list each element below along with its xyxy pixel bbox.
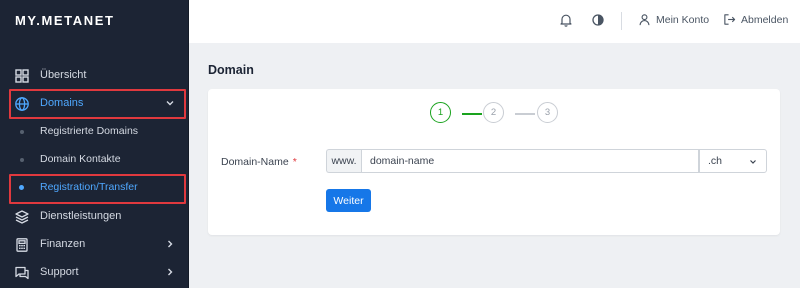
bell-icon[interactable] bbox=[559, 13, 573, 27]
page-title: Domain bbox=[208, 63, 254, 77]
layers-icon bbox=[14, 209, 30, 225]
sidebar-subitem-domain-kontakte[interactable]: Domain Kontakte bbox=[0, 148, 189, 172]
chat-icon bbox=[14, 265, 30, 281]
user-icon bbox=[639, 14, 650, 26]
app-logo[interactable]: MY.METANET bbox=[15, 13, 115, 28]
sidebar-item-label: Dienstleistungen bbox=[40, 210, 122, 222]
sidebar-subitem-label: Registrierte Domains bbox=[40, 125, 139, 137]
domain-form-card: 1 2 3 Domain-Name * www. domain-name .ch … bbox=[208, 89, 780, 235]
chevron-down-icon bbox=[164, 97, 176, 109]
grid-icon bbox=[14, 68, 30, 84]
sidebar-item-finanzen[interactable]: Finanzen bbox=[0, 231, 189, 259]
account-label: Mein Konto bbox=[656, 13, 710, 26]
chevron-right-icon bbox=[164, 238, 176, 250]
calculator-icon bbox=[14, 237, 30, 253]
logout-icon bbox=[724, 14, 736, 25]
required-mark: * bbox=[292, 156, 297, 168]
sidebar-subitem-registrierte-domains[interactable]: Registrierte Domains bbox=[0, 120, 189, 144]
account-link[interactable]: Mein Konto bbox=[638, 13, 709, 26]
step-2: 2 bbox=[483, 102, 504, 123]
sidebar-item-label: Support bbox=[40, 266, 79, 278]
contrast-icon[interactable] bbox=[591, 13, 605, 27]
sidebar-item-label: Finanzen bbox=[40, 238, 86, 250]
sidebar-subitem-label: Registration/Transfer bbox=[40, 181, 138, 193]
sidebar-item-domains[interactable]: Domains bbox=[0, 90, 189, 118]
sidebar-item-label: Domains bbox=[40, 97, 84, 109]
globe-icon bbox=[14, 96, 30, 112]
domain-name-label-text: Domain-Name bbox=[221, 156, 289, 168]
stepper-connector bbox=[462, 113, 482, 115]
step-1: 1 bbox=[430, 102, 451, 123]
topbar: Mein Konto Abmelden bbox=[189, 0, 800, 43]
sidebar-subitem-registration-transfer[interactable]: Registration/Transfer bbox=[0, 176, 189, 200]
sidebar: MY.METANET Übersicht Domains Registriert… bbox=[0, 0, 189, 288]
sidebar-item-dienstleistungen[interactable]: Dienstleistungen bbox=[0, 203, 189, 231]
bullet-icon bbox=[20, 158, 24, 162]
logout-label: Abmelden bbox=[741, 13, 789, 26]
tld-select-value: .ch bbox=[708, 155, 723, 167]
sidebar-item-label: Übersicht bbox=[40, 69, 87, 81]
step-3: 3 bbox=[537, 102, 558, 123]
bullet-icon bbox=[19, 185, 24, 190]
next-button[interactable]: Weiter bbox=[326, 189, 371, 212]
topbar-divider bbox=[621, 12, 622, 30]
stepper-connector bbox=[515, 113, 535, 115]
sidebar-item-support[interactable]: Support bbox=[0, 259, 189, 287]
tld-select[interactable]: .ch bbox=[699, 149, 767, 173]
bullet-icon bbox=[20, 130, 24, 134]
domain-name-input[interactable]: domain-name bbox=[361, 149, 699, 173]
www-prefix: www. bbox=[326, 149, 361, 173]
domain-name-label: Domain-Name * bbox=[221, 156, 297, 168]
chevron-down-icon bbox=[750, 160, 756, 164]
chevron-right-icon bbox=[164, 266, 176, 278]
sidebar-subitem-label: Domain Kontakte bbox=[40, 153, 121, 165]
logout-link[interactable]: Abmelden bbox=[723, 13, 788, 26]
sidebar-item-uebersicht[interactable]: Übersicht bbox=[0, 62, 189, 90]
